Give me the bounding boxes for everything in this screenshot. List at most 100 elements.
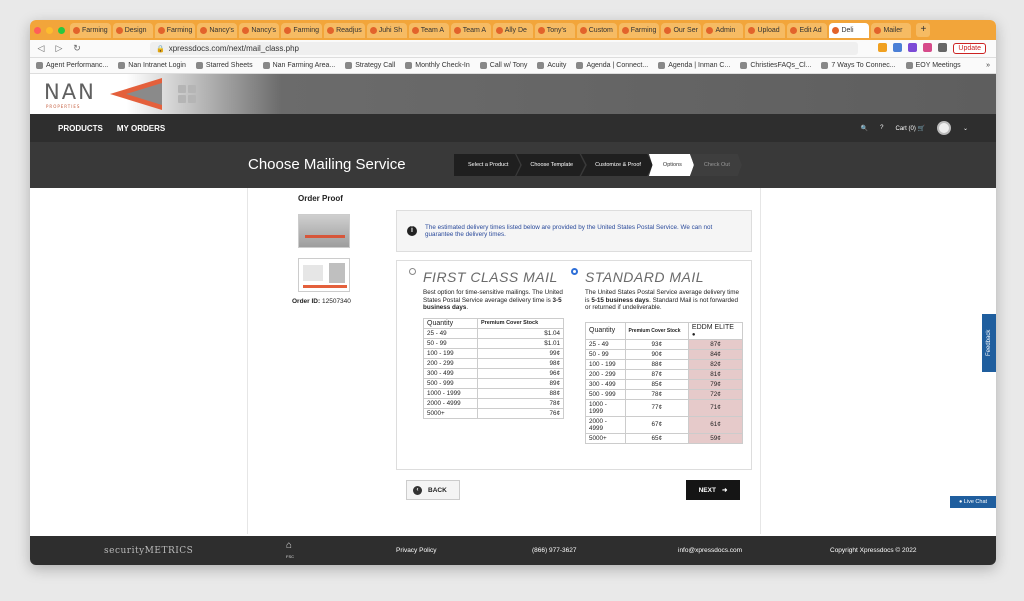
email-link[interactable]: info@xpressdocs.com [678,547,742,554]
right-margin [760,188,996,534]
new-tab-button[interactable]: + [916,23,931,37]
step-check-out[interactable]: Check Out [689,154,742,176]
chat-icon: ● [958,499,963,505]
standard-mail-radio[interactable] [571,268,578,275]
browser-tab[interactable]: Farming [281,22,323,38]
browser-tab[interactable]: Our Ser [661,22,702,38]
browser-tab[interactable]: Farming [154,22,196,38]
bookmark-item[interactable]: Agenda | Inman C... [658,62,730,69]
address-bar-row: ◁ ▷ ↻ 🔒 xpressdocs.com/next/mail_class.p… [30,40,996,58]
apps-grid-icon[interactable] [178,85,196,103]
browser-tab[interactable]: Nancy's [239,22,280,38]
step-options[interactable]: Options [648,154,694,176]
table-cell: 85¢ [624,378,689,390]
bookmark-item[interactable]: Nan Intranet Login [118,62,186,69]
proof-thumbnail-back[interactable] [298,258,350,292]
extension-icon[interactable] [893,43,903,52]
back-icon[interactable]: ◁ [36,43,46,54]
info-icon[interactable]: ● [692,332,696,338]
securitymetrics-logo[interactable]: securityMETRICS [104,546,193,556]
browser-tab[interactable]: Upload [745,22,786,38]
puzzle-icon[interactable] [938,43,948,52]
browser-tab[interactable]: Farming [70,22,111,38]
bookmark-item[interactable]: 7 Ways To Connec... [821,62,896,69]
favicon-icon [73,26,80,34]
standard-mail-title[interactable]: STANDARD MAIL [585,269,743,285]
tab-label: Our Ser [673,26,698,34]
browser-tab[interactable]: Design [112,22,153,38]
bookmark-label: Nan Farming Area... [272,62,336,69]
bookmark-icon [576,62,584,69]
step-select-a-product[interactable]: Select a Product [454,154,521,176]
bookmarks-more[interactable]: » [986,62,990,69]
step-customize-proof[interactable]: Customize & Proof [581,154,653,176]
forward-icon[interactable]: ▷ [54,43,64,54]
delivery-info-text: The estimated delivery times listed belo… [425,224,713,238]
column-header: Premium Cover Stock [477,317,564,329]
bookmark-item[interactable]: Agenda | Connect... [576,62,648,69]
bookmark-item[interactable]: EOY Meetings [905,62,961,69]
tab-label: Nancy's [251,26,277,34]
bookmark-item[interactable]: Monthly Check-In [405,62,470,69]
fsc-logo: ⌂ FSC [286,540,294,560]
extension-icon[interactable] [923,43,933,52]
reload-icon[interactable]: ↻ [72,43,82,54]
browser-tab[interactable]: Edit Ad [787,22,828,38]
browser-tab[interactable]: Tony's [534,22,575,38]
nav-my-orders[interactable]: MY ORDERS [117,124,165,133]
bookmark-label: Call w/ Tony [489,62,528,69]
tab-label: Design [124,26,147,34]
bookmark-icon [345,62,353,69]
table-cell: 77¢ [624,398,689,417]
browser-tab[interactable]: Mailer [871,22,912,38]
feedback-tab[interactable]: Feedback [982,314,996,372]
close-window-icon[interactable] [34,26,41,34]
search-icon[interactable]: 🔍 [861,125,868,132]
browser-tab[interactable]: Farming [618,22,660,38]
bookmark-item[interactable]: Starred Sheets [195,62,253,69]
browser-tab[interactable]: Deli [829,22,870,38]
table-cell: 100 - 199 [585,358,626,370]
bookmark-label: EOY Meetings [915,62,961,69]
first-class-title[interactable]: FIRST CLASS MAIL [423,269,575,285]
browser-tab[interactable]: Custom [576,22,617,38]
extension-icon[interactable] [878,43,888,52]
favicon-icon [832,26,840,34]
browser-tab[interactable]: Nancy's [197,22,238,38]
help-icon[interactable]: ? [880,125,883,131]
browser-tab[interactable]: Admin [703,22,744,38]
nav-products[interactable]: PRODUCTS [58,124,103,133]
privacy-policy-link[interactable]: Privacy Policy [396,547,436,554]
browser-tab[interactable]: Team A [450,22,491,38]
bookmark-item[interactable]: Call w/ Tony [479,62,528,69]
bookmark-item[interactable]: Agent Performanc... [36,62,108,69]
maximize-window-icon[interactable] [58,26,65,34]
table-cell: 82¢ [687,358,744,370]
cart-link[interactable]: Cart (0) 🛒 [895,125,924,132]
browser-tab[interactable]: Readjus [324,22,365,38]
live-chat-button[interactable]: ● Live Chat [950,496,996,508]
url-field[interactable]: 🔒 xpressdocs.com/next/mail_class.php [150,42,859,55]
browser-tab[interactable]: Juhi Sh [366,22,407,38]
update-button[interactable]: Update [953,43,986,54]
bookmark-item[interactable]: Strategy Call [345,62,395,69]
browser-tab[interactable]: Ally De [492,22,533,38]
avatar[interactable] [936,121,951,135]
first-class-radio[interactable] [409,268,416,275]
back-button[interactable]: ‹ BACK [406,480,460,500]
table-cell: 89¢ [477,377,564,389]
bookmark-item[interactable]: ChristiesFAQs_Cl... [740,62,811,69]
table-cell: 61¢ [687,415,744,434]
bookmark-item[interactable]: Nan Farming Area... [262,62,336,69]
minimize-window-icon[interactable] [46,26,53,34]
extension-icon[interactable] [908,43,918,52]
next-button[interactable]: NEXT ➜ [686,480,740,500]
phone-number[interactable]: (866) 977-3627 [532,547,576,554]
table-row: 5000+ 76¢ [423,407,564,419]
bookmark-item[interactable]: Acuity [537,62,566,69]
logo[interactable]: NAN PROPERTIES [44,80,96,109]
step-choose-template[interactable]: Choose Template [516,154,586,176]
chevron-down-icon[interactable]: ⌄ [963,125,968,132]
browser-tab[interactable]: Team A [408,22,449,38]
proof-thumbnail-front[interactable] [298,214,350,248]
